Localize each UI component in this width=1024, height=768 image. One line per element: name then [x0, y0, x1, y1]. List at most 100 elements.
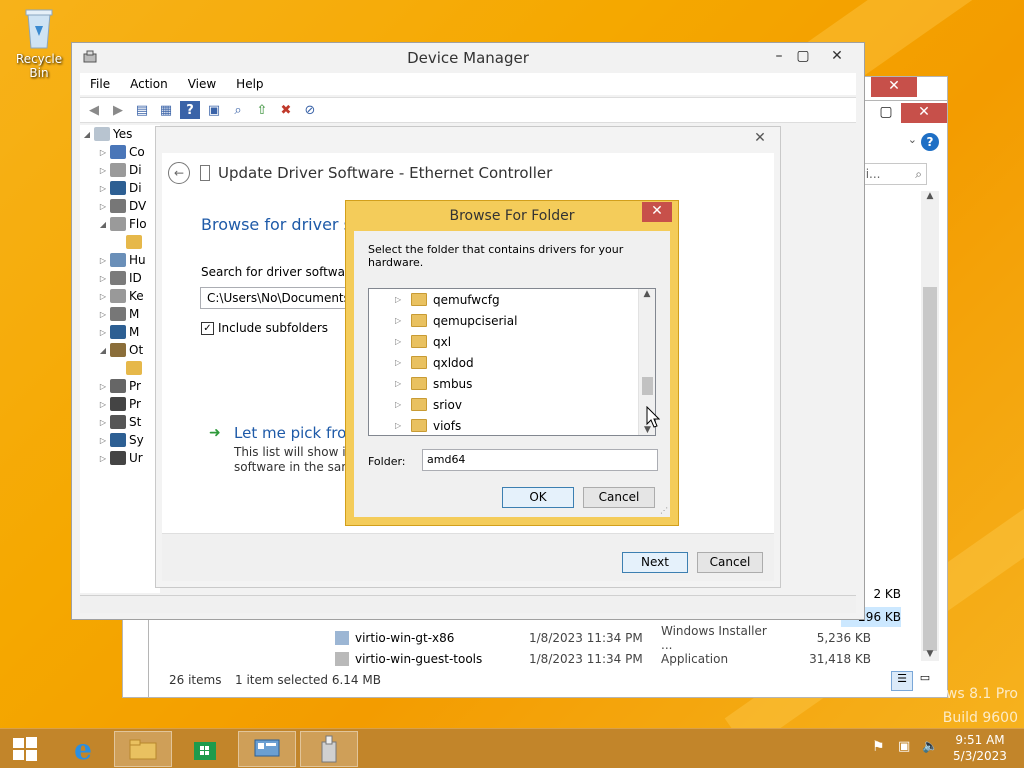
- file-explorer-icon[interactable]: [114, 731, 172, 767]
- properties-icon[interactable]: ▦: [156, 101, 176, 119]
- expand-icon[interactable]: ▷: [395, 316, 407, 325]
- list-item[interactable]: virtio-win-gt-x86 1/8/2023 11:34 PM Wind…: [335, 624, 895, 652]
- expand-icon[interactable]: ▷: [96, 274, 110, 283]
- tree-item[interactable]: ▷ M: [80, 305, 160, 323]
- expand-icon[interactable]: ▷: [96, 202, 110, 211]
- expand-icon[interactable]: ▷: [96, 256, 110, 265]
- close-icon[interactable]: ✕: [816, 47, 858, 67]
- scrollbar-thumb[interactable]: [642, 377, 653, 395]
- tiles-view-icon[interactable]: ▭: [915, 671, 935, 691]
- expand-icon[interactable]: ▷: [96, 310, 110, 319]
- expand-icon[interactable]: ▷: [96, 418, 110, 427]
- cancel-button[interactable]: Cancel: [697, 552, 763, 573]
- folder-item[interactable]: ▷ qemupciserial: [369, 310, 655, 331]
- scan-hardware-icon[interactable]: ⌕: [228, 101, 248, 119]
- expand-icon[interactable]: ▷: [96, 292, 110, 301]
- folder-input[interactable]: amd64: [422, 449, 658, 471]
- uninstall-icon[interactable]: ✖: [276, 101, 296, 119]
- tree-item[interactable]: ▷ M: [80, 323, 160, 341]
- update-driver-icon[interactable]: ⇧: [252, 101, 272, 119]
- tree-item[interactable]: ▷ St: [80, 413, 160, 431]
- tree-item[interactable]: ▷ Ke: [80, 287, 160, 305]
- tree-item[interactable]: ▷ Di: [80, 179, 160, 197]
- resize-grip-icon[interactable]: ⋰: [660, 506, 668, 515]
- collapse-icon[interactable]: ◢: [96, 346, 110, 355]
- driver-setup-taskbar-icon[interactable]: [300, 731, 358, 767]
- scrollbar[interactable]: ▲ ▼: [921, 191, 939, 661]
- expand-icon[interactable]: ▷: [96, 148, 110, 157]
- start-button[interactable]: [0, 731, 50, 767]
- expand-icon[interactable]: ▷: [395, 379, 407, 388]
- expand-icon[interactable]: ▷: [395, 421, 407, 430]
- volume-muted-icon[interactable]: 🔈: [922, 739, 938, 754]
- expand-icon[interactable]: ▷: [96, 166, 110, 175]
- tree-item[interactable]: ▷ Ur: [80, 449, 160, 467]
- folder-item[interactable]: ▷ sriov: [369, 394, 655, 415]
- expand-icon[interactable]: ▷: [395, 358, 407, 367]
- scrollbar-thumb[interactable]: [923, 287, 937, 651]
- folder-item[interactable]: ▷ viofs: [369, 415, 655, 435]
- clock-date[interactable]: 5/3/2023: [950, 749, 1010, 763]
- expand-icon[interactable]: ▷: [96, 436, 110, 445]
- folder-item[interactable]: ▷ qemufwcfg: [369, 289, 655, 310]
- expand-icon[interactable]: ▷: [96, 328, 110, 337]
- close-icon[interactable]: ✕: [871, 77, 917, 97]
- network-icon[interactable]: ▣: [898, 739, 910, 754]
- tree-item[interactable]: ▷ Hu: [80, 251, 160, 269]
- menu-help[interactable]: Help: [226, 77, 273, 91]
- tree-item[interactable]: ◢ Ot: [80, 341, 160, 359]
- cancel-button[interactable]: Cancel: [583, 487, 655, 508]
- menu-view[interactable]: View: [178, 77, 226, 91]
- ok-button[interactable]: OK: [502, 487, 574, 508]
- folder-item[interactable]: ▷ qxl: [369, 331, 655, 352]
- maximize-icon[interactable]: ▢: [875, 103, 897, 123]
- tree-item[interactable]: ◢ Flo: [80, 215, 160, 233]
- folder-item[interactable]: ▷ smbus: [369, 373, 655, 394]
- close-icon[interactable]: ✕: [901, 103, 947, 123]
- collapse-icon[interactable]: ◢: [80, 130, 94, 139]
- device-manager-taskbar-icon[interactable]: [238, 731, 296, 767]
- disable-device-icon[interactable]: ⊘: [300, 101, 320, 119]
- tree-item[interactable]: ▷ ID: [80, 269, 160, 287]
- list-item[interactable]: virtio-win-guest-tools 1/8/2023 11:34 PM…: [335, 649, 895, 669]
- expand-icon[interactable]: ▷: [96, 400, 110, 409]
- tree-item[interactable]: ▷ Di: [80, 161, 160, 179]
- driver-path-field[interactable]: C:\Users\No\Documents: [200, 287, 350, 309]
- menu-action[interactable]: Action: [120, 77, 178, 91]
- clock-time[interactable]: 9:51 AM: [950, 733, 1010, 747]
- tree-item[interactable]: [80, 359, 160, 377]
- maximize-icon[interactable]: ▢: [792, 47, 814, 67]
- minimize-icon[interactable]: –: [768, 47, 790, 67]
- help-icon[interactable]: ?: [921, 133, 939, 151]
- folder-tree[interactable]: ▷ qemufwcfg ▷ qemupciserial ▷ qxl ▷ qxldod ▷ smbu…: [368, 288, 656, 436]
- forward-arrow-icon[interactable]: ▶: [108, 101, 128, 119]
- pick-driver-link[interactable]: Let me pick from: [234, 424, 361, 442]
- recycle-bin-icon[interactable]: Recycle Bin: [6, 6, 72, 80]
- back-arrow-icon[interactable]: ◀: [84, 101, 104, 119]
- internet-explorer-icon[interactable]: e: [54, 731, 112, 767]
- tree-item[interactable]: ▷ Co: [80, 143, 160, 161]
- expand-icon[interactable]: ▷: [395, 337, 407, 346]
- expand-icon[interactable]: ▷: [395, 400, 407, 409]
- action-center-flag-icon[interactable]: ⚑: [872, 739, 885, 755]
- tree-item[interactable]: ▷ Sy: [80, 431, 160, 449]
- store-icon[interactable]: [176, 731, 234, 767]
- tree-item[interactable]: ▷ DV: [80, 197, 160, 215]
- tree-item[interactable]: ▷ Pr: [80, 395, 160, 413]
- next-button[interactable]: Next: [622, 552, 688, 573]
- back-arrow-icon[interactable]: ←: [168, 162, 190, 184]
- expand-icon[interactable]: ▷: [395, 295, 407, 304]
- expand-icon[interactable]: ▷: [96, 454, 110, 463]
- tree-item[interactable]: [80, 233, 160, 251]
- expand-icon[interactable]: ▷: [96, 184, 110, 193]
- menu-file[interactable]: File: [80, 77, 120, 91]
- details-view-icon[interactable]: ☰: [891, 671, 913, 691]
- action-pane-icon[interactable]: ▣: [204, 101, 224, 119]
- close-icon[interactable]: ✕: [642, 202, 672, 222]
- tree-root[interactable]: ◢ Yes: [80, 125, 160, 143]
- scroll-up-icon[interactable]: ▲: [639, 289, 655, 299]
- console-tree-icon[interactable]: ▤: [132, 101, 152, 119]
- collapse-icon[interactable]: ◢: [96, 220, 110, 229]
- expand-icon[interactable]: ▷: [96, 382, 110, 391]
- help-icon[interactable]: ?: [180, 101, 200, 119]
